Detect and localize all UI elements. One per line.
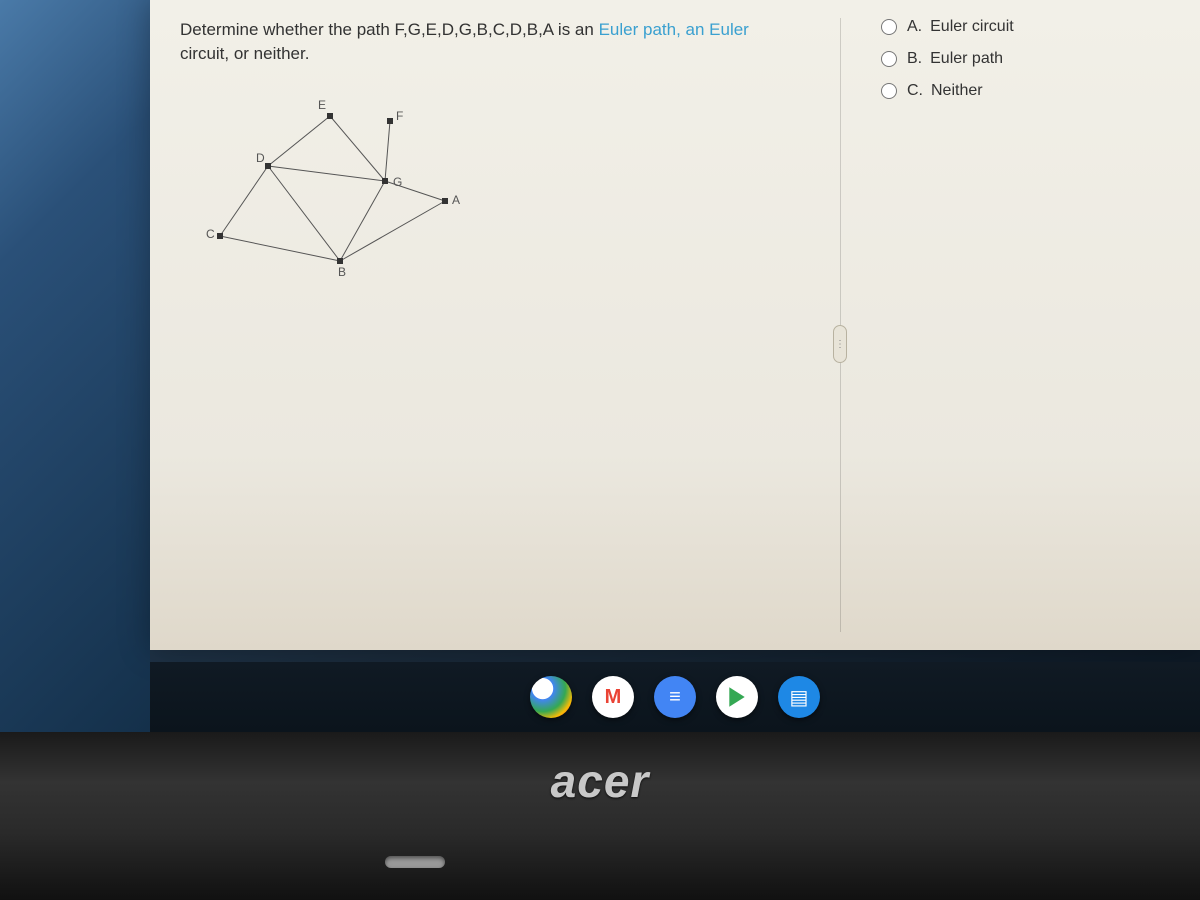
- question-highlight: Euler path, an Euler: [599, 20, 749, 39]
- collapse-handle-icon: ⋮: [835, 339, 845, 350]
- edge-EG: [330, 116, 385, 181]
- option-b[interactable]: B. Euler path: [881, 50, 1170, 68]
- option-c-radio[interactable]: [881, 83, 897, 99]
- vertex-F: F: [387, 109, 403, 124]
- brand-logo: acer: [551, 754, 650, 808]
- svg-text:C: C: [206, 227, 215, 241]
- files-glyph: ▤: [790, 685, 809, 710]
- edge-FG: [385, 121, 390, 181]
- edge-BA: [340, 201, 445, 261]
- desktop-left-edge: [0, 0, 150, 732]
- svg-text:G: G: [393, 175, 402, 189]
- laptop-bezel: acer: [0, 732, 1200, 900]
- option-b-letter: B.: [907, 50, 922, 68]
- option-a-radio[interactable]: [881, 19, 897, 35]
- question-panel: Determine whether the path F,G,E,D,G,B,C…: [150, 0, 1200, 650]
- chrome-icon[interactable]: [530, 676, 572, 718]
- edge-DB: [268, 166, 340, 261]
- play-triangle-icon: [729, 687, 744, 707]
- svg-text:B: B: [338, 265, 346, 279]
- vertex-D: D: [256, 151, 271, 169]
- gmail-glyph: M: [605, 686, 622, 709]
- svg-text:D: D: [256, 151, 265, 165]
- edge-ED: [268, 116, 330, 166]
- question-suffix: circuit, or neither.: [180, 44, 309, 63]
- edge-GB: [340, 181, 385, 261]
- files-icon[interactable]: ▤: [778, 676, 820, 718]
- option-a[interactable]: A. Euler circuit: [881, 18, 1170, 36]
- question-text: Determine whether the path F,G,E,D,G,B,C…: [180, 18, 840, 66]
- vertex-B: B: [337, 258, 346, 279]
- option-b-text: Euler path: [930, 50, 1003, 68]
- play-store-icon[interactable]: [716, 676, 758, 718]
- answer-column: ⋮ A. Euler circuit B. Euler path C. Neit…: [840, 18, 1170, 632]
- gmail-icon[interactable]: M: [592, 676, 634, 718]
- option-b-radio[interactable]: [881, 51, 897, 67]
- docs-glyph: ≡: [669, 686, 681, 709]
- collapse-handle[interactable]: ⋮: [833, 325, 847, 363]
- svg-text:F: F: [396, 109, 403, 123]
- app-window: Determine whether the path F,G,E,D,G,B,C…: [150, 0, 1200, 650]
- question-left-column: Determine whether the path F,G,E,D,G,B,C…: [180, 18, 840, 632]
- vertex-E: E: [318, 98, 333, 119]
- graph-svg: E F D G A C B: [190, 86, 490, 286]
- vertex-C: C: [206, 227, 223, 241]
- option-c-text: Neither: [931, 82, 983, 100]
- docs-icon[interactable]: ≡: [654, 676, 696, 718]
- option-c-letter: C.: [907, 82, 923, 100]
- option-a-text: Euler circuit: [930, 18, 1014, 36]
- option-c[interactable]: C. Neither: [881, 82, 1170, 100]
- laptop-hinge: [385, 856, 445, 868]
- svg-text:A: A: [452, 193, 460, 207]
- svg-text:E: E: [318, 98, 326, 112]
- option-a-letter: A.: [907, 18, 922, 36]
- taskbar: M ≡ ▤: [150, 662, 1200, 732]
- edge-CB: [220, 236, 340, 261]
- edge-DG: [268, 166, 385, 181]
- edge-DC: [220, 166, 268, 236]
- question-prefix: Determine whether the path F,G,E,D,G,B,C…: [180, 20, 599, 39]
- graph-figure: E F D G A C B: [190, 86, 840, 291]
- vertex-A: A: [442, 193, 460, 207]
